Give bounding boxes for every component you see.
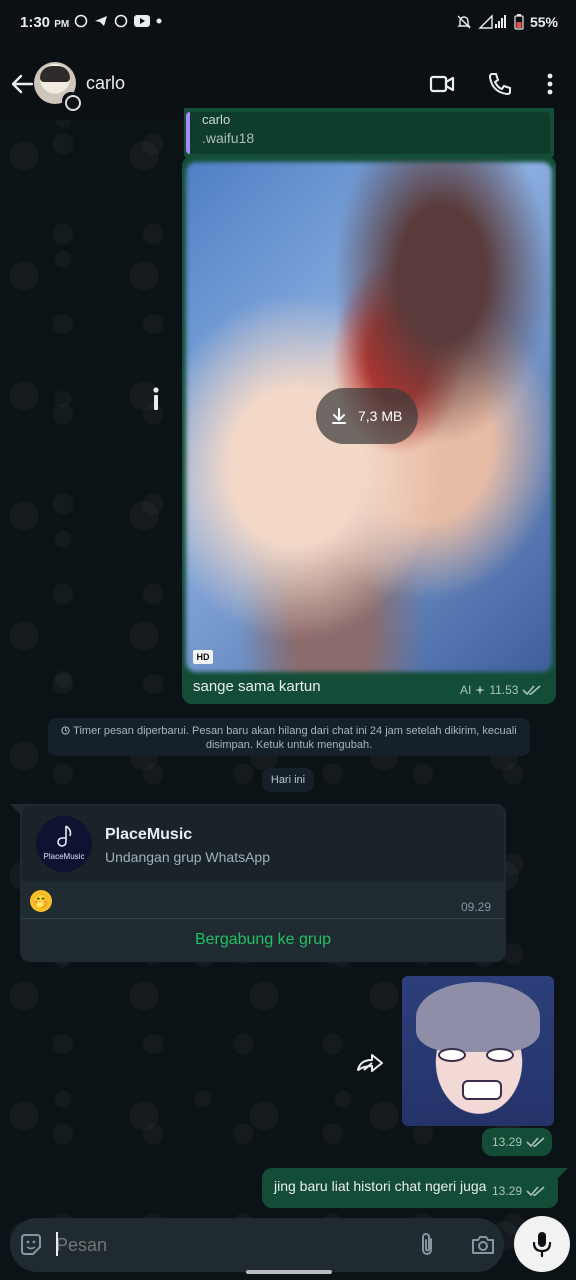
sticker-mouth	[462, 1080, 502, 1100]
group-name: PlaceMusic	[105, 826, 193, 843]
back-arrow-icon[interactable]	[8, 70, 36, 98]
video-call-icon[interactable]	[428, 70, 456, 98]
status-ring-icon	[62, 92, 81, 111]
quoted-name: carlo	[202, 112, 231, 127]
text-cursor	[56, 1232, 58, 1256]
emoji-reaction: 🤭	[30, 890, 52, 912]
read-ticks-icon	[526, 1137, 545, 1148]
sticker-meta: 13.29	[492, 1135, 546, 1149]
group-invite-card[interactable]	[22, 806, 504, 882]
more-options-icon[interactable]	[536, 70, 564, 98]
signal-icon	[478, 14, 506, 29]
sticker-image[interactable]	[402, 976, 554, 1126]
media-time: 11.53	[489, 683, 519, 697]
music-note-icon	[57, 825, 72, 847]
battery-percent: 55%	[529, 14, 558, 30]
sticker-eye-left	[438, 1048, 466, 1062]
message-input-bar	[10, 1218, 504, 1272]
join-group-button[interactable]: Bergabung ke grup	[22, 920, 504, 960]
sticker-emoji-icon[interactable]	[18, 1232, 44, 1258]
status-notification-icons	[74, 14, 162, 28]
home-indicator[interactable]	[246, 1270, 332, 1274]
disappearing-timer-notice[interactable]: Timer pesan diperbarui. Pesan baru akan …	[48, 718, 530, 756]
group-invite-subtitle: Undangan grup WhatsApp	[105, 849, 270, 865]
quoted-text: .waifu18	[202, 130, 255, 146]
hd-badge: HD	[193, 650, 213, 664]
media-caption: sange sama kartun	[193, 678, 321, 695]
status-time: 1:30 PM	[20, 14, 69, 31]
telegram-icon	[95, 16, 107, 26]
read-ticks-icon	[526, 1186, 545, 1197]
microphone-icon	[532, 1232, 552, 1258]
info-icon[interactable]	[150, 386, 162, 412]
attach-icon[interactable]	[414, 1232, 440, 1258]
dot-icon	[156, 18, 162, 24]
outgoing-message[interactable]: jing baru liat histori chat ngeri juga 1…	[262, 1168, 558, 1208]
invite-time: 09.29	[461, 900, 492, 914]
status-system-icons: 55%	[456, 14, 558, 30]
read-ticks-icon	[522, 685, 542, 696]
status-time-value: 1:30	[20, 14, 51, 31]
media-meta: AI 11.53	[460, 683, 542, 697]
status-bar: 1:30 PM 55%	[0, 0, 576, 48]
sticker-hair	[416, 982, 540, 1052]
whatsapp-business-icon	[114, 14, 128, 28]
quoted-reply[interactable]: carlo .waifu18	[186, 112, 550, 154]
group-logo: PlaceMusic	[36, 816, 92, 872]
status-time-ampm: PM	[54, 19, 70, 30]
outgoing-text: jing baru liat histori chat ngeri juga	[274, 1178, 487, 1194]
youtube-icon	[134, 15, 150, 27]
ai-label: AI	[460, 683, 472, 697]
sticker-eye-right	[486, 1048, 514, 1062]
outgoing-time: 13.29	[492, 1184, 523, 1198]
camera-icon[interactable]	[470, 1232, 496, 1258]
group-logo-text: PlaceMusic	[43, 852, 85, 861]
ai-sparkle-icon	[475, 685, 486, 695]
sticker-time-pill: 13.29	[482, 1128, 552, 1156]
notice-text: Timer pesan diperbarui. Pesan baru akan …	[73, 725, 517, 751]
contact-name[interactable]: carlo	[86, 73, 125, 94]
message-input[interactable]	[56, 1228, 396, 1262]
sticker-time: 13.29	[492, 1135, 523, 1149]
download-icon	[332, 408, 346, 424]
battery-icon	[514, 14, 524, 30]
download-size: 7,3 MB	[358, 408, 403, 424]
timer-icon	[61, 726, 70, 735]
forward-icon[interactable]	[356, 1054, 384, 1076]
download-button[interactable]: 7,3 MB	[316, 388, 418, 444]
mute-icon	[457, 15, 471, 29]
voice-call-icon[interactable]	[486, 70, 514, 98]
day-separator: Hari ini	[262, 768, 314, 792]
invite-divider	[22, 918, 504, 919]
whatsapp-icon	[74, 14, 88, 28]
outgoing-meta: 13.29	[492, 1184, 546, 1198]
voice-record-button[interactable]	[514, 1216, 570, 1272]
